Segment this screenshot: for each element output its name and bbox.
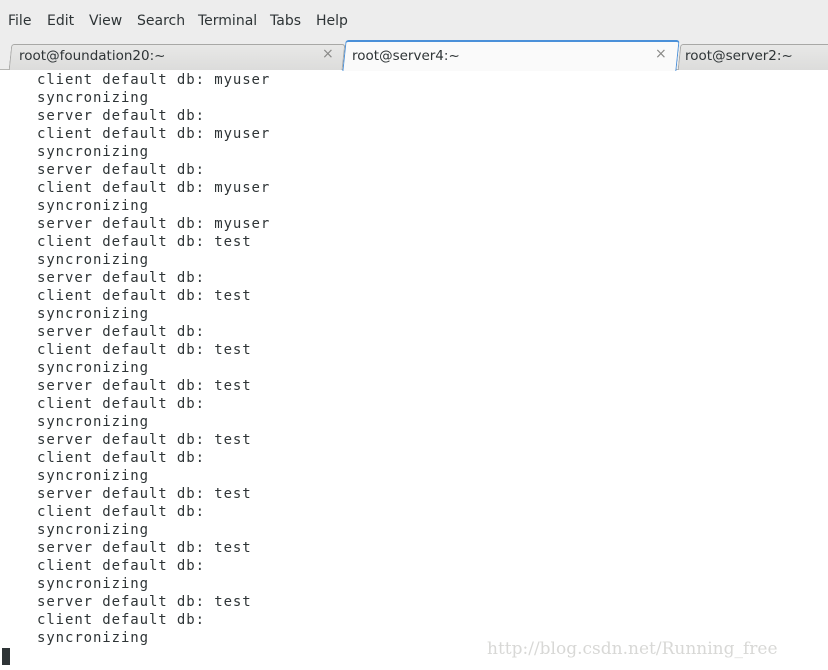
terminal-line: server default db: test: [37, 486, 252, 502]
terminal-line: syncronizing: [37, 252, 149, 268]
watermark: http://blog.csdn.net/Running_free: [487, 639, 778, 659]
terminal-line: server default db:: [37, 270, 205, 286]
terminal-line: client default db: test: [37, 234, 252, 250]
terminal-line: syncronizing: [37, 198, 149, 214]
tab-server2-label: root@server2:~: [685, 48, 793, 64]
terminal-line: server default db: myuser: [37, 216, 271, 232]
terminal-line: client default db:: [37, 450, 205, 466]
terminal-line: server default db: test: [37, 594, 252, 610]
menu-view[interactable]: View: [89, 13, 122, 29]
terminal-line: client default db:: [37, 396, 205, 412]
terminal-line: client default db: myuser: [37, 72, 271, 88]
terminal-line: server default db:: [37, 108, 205, 124]
terminal-line: syncronizing: [37, 90, 149, 106]
terminal-line: client default db: myuser: [37, 126, 271, 142]
terminal-line: server default db: test: [37, 540, 252, 556]
terminal-line: syncronizing: [37, 468, 149, 484]
tab-foundation20-label: root@foundation20:~: [19, 48, 166, 64]
tab-server4-close-icon[interactable]: ×: [655, 46, 667, 62]
terminal-line: syncronizing: [37, 630, 149, 646]
terminal-line: server default db: test: [37, 432, 252, 448]
menu-tabs[interactable]: Tabs: [270, 13, 301, 29]
terminal-line: client default db:: [37, 558, 205, 574]
tab-foundation20-close-icon[interactable]: ×: [322, 46, 334, 62]
terminal-cursor: [2, 648, 10, 665]
terminal-output[interactable]: client default db: myuser syncronizing ser…: [0, 70, 828, 670]
terminal-line: client default db: test: [37, 288, 252, 304]
terminal-line: server default db:: [37, 162, 205, 178]
menu-file[interactable]: File: [8, 13, 31, 29]
menu-help[interactable]: Help: [316, 13, 348, 29]
terminal-line: client default db:: [37, 504, 205, 520]
terminal-line: syncronizing: [37, 360, 149, 376]
terminal-line: server default db: test: [37, 378, 252, 394]
terminal-line: server default db:: [37, 324, 205, 340]
menu-edit[interactable]: Edit: [47, 13, 74, 29]
tab-server4-label: root@server4:~: [352, 48, 460, 64]
terminal-line: syncronizing: [37, 522, 149, 538]
terminal-line: client default db: test: [37, 342, 252, 358]
terminal-line: client default db:: [37, 612, 205, 628]
terminal-line: syncronizing: [37, 306, 149, 322]
terminal-line: syncronizing: [37, 576, 149, 592]
menu-terminal[interactable]: Terminal: [198, 13, 257, 29]
menu-bar: File Edit View Search Terminal Tabs Help: [0, 0, 828, 40]
terminal-line: syncronizing: [37, 414, 149, 430]
terminal-line: syncronizing: [37, 144, 149, 160]
menu-search[interactable]: Search: [137, 13, 185, 29]
terminal-line: client default db: myuser: [37, 180, 271, 196]
